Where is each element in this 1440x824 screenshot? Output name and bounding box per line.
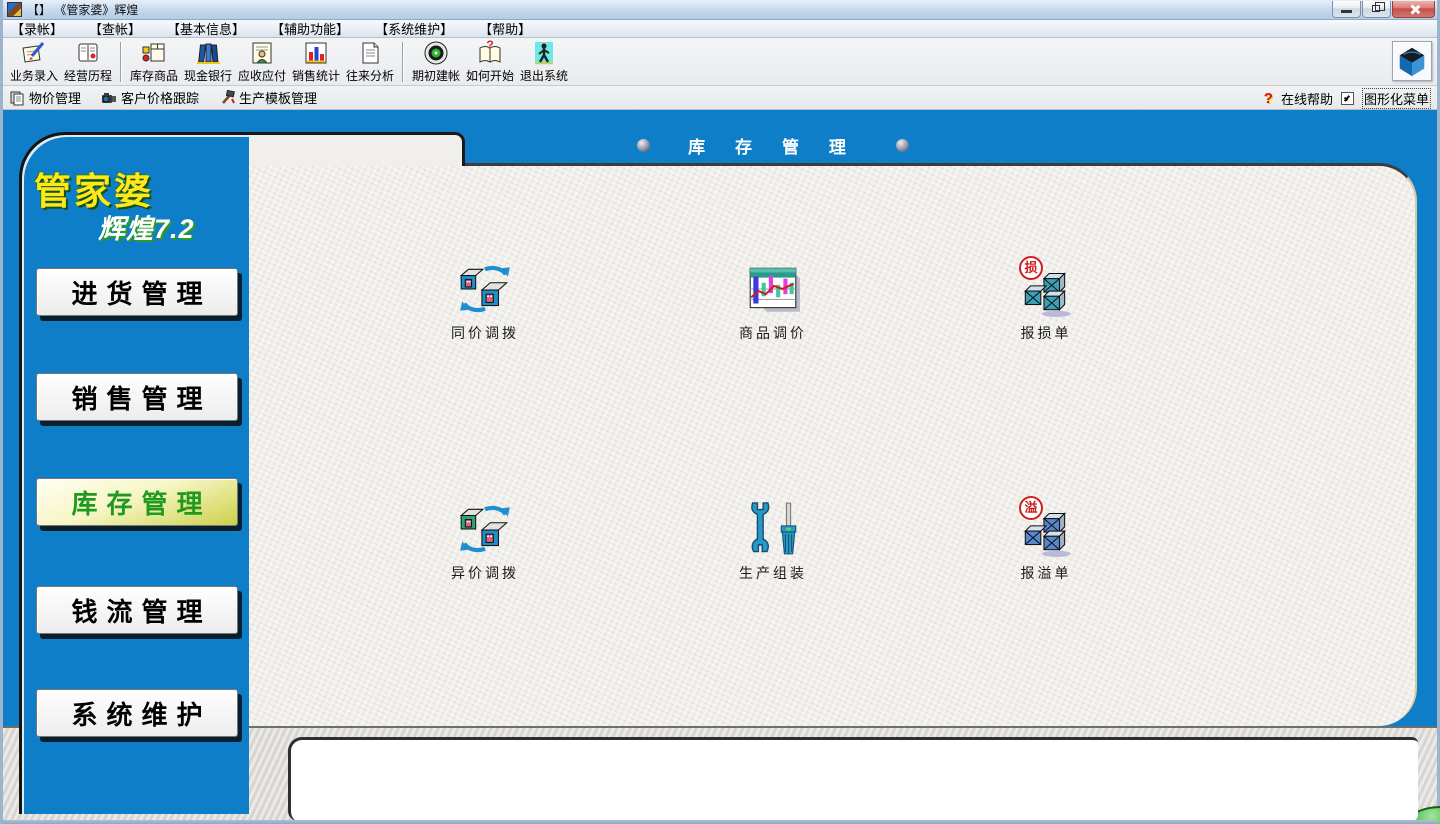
toolbar-business-entry[interactable]: 业务录入: [7, 40, 61, 84]
menu-help[interactable]: 【帮助】: [479, 19, 531, 38]
sidebar-item-cashflow[interactable]: 钱流管理: [36, 586, 238, 634]
how-to-start-icon: ?: [477, 40, 503, 66]
toolbar-exit-system[interactable]: 退出系统: [517, 40, 571, 84]
toolbar-separator: [120, 42, 122, 82]
receivable-payable-icon: [249, 40, 275, 66]
help-icon: ?: [1264, 90, 1273, 107]
app-window: 【】 《管家婆》辉煌 【录帐】 【查帐】 【基本信息】 【辅助功能】 【系统维护…: [0, 0, 1440, 824]
diff-price-transfer-icon: [456, 500, 514, 558]
history-ledger-icon: [75, 40, 101, 66]
app-icon: [7, 2, 22, 17]
cube-logo-button[interactable]: [1392, 41, 1432, 81]
close-button[interactable]: [1392, 1, 1435, 18]
page-title: 库 存 管 理: [688, 133, 858, 158]
svg-text:?: ?: [486, 40, 493, 52]
toolbar-sales-stats[interactable]: 销售统计: [289, 40, 343, 84]
menu-query[interactable]: 【查帐】: [89, 19, 141, 38]
icon-goods-reprice[interactable]: 商品调价: [708, 260, 838, 343]
sidebar: 管家婆 辉煌7.2 进货管理 销售管理 库存管理 钱流管理 系统维护: [19, 132, 249, 814]
minimize-button[interactable]: [1332, 1, 1361, 18]
toolbar-contacts-analysis[interactable]: 往来分析: [343, 40, 397, 84]
menu-system-maintenance[interactable]: 【系统维护】: [375, 19, 453, 38]
toolbar-receivable-payable[interactable]: 应收应付: [235, 40, 289, 84]
toolbar-business-history[interactable]: 经营历程: [61, 40, 115, 84]
production-template-icon: [219, 90, 235, 106]
pen-entry-icon: [21, 40, 47, 66]
content-paper: [243, 163, 1417, 726]
window-title: 【】 《管家婆》辉煌: [27, 1, 138, 18]
sidebar-item-purchase[interactable]: 进货管理: [36, 268, 238, 316]
overflow-badge: 溢: [1019, 496, 1043, 520]
cube-logo-icon: [1395, 44, 1429, 78]
logo-version: 辉煌7.2: [98, 207, 195, 246]
graphical-menu-label[interactable]: 图形化菜单: [1362, 88, 1431, 109]
loss-badge: 损: [1019, 256, 1043, 280]
content-paper-tab: [243, 132, 465, 166]
reports-panel: [288, 737, 1418, 821]
icon-overflow-report[interactable]: 溢 报溢单: [981, 500, 1111, 583]
production-assembly-icon: [744, 500, 802, 558]
toolbar-production-template[interactable]: 生产模板管理: [219, 88, 317, 107]
page-header: 库 存 管 理: [583, 130, 963, 160]
toolbar-cash-bank[interactable]: 现金银行: [181, 40, 235, 84]
icon-loss-report[interactable]: 损 报损单: [981, 260, 1111, 343]
restore-button[interactable]: [1362, 1, 1391, 18]
icon-same-price-transfer[interactable]: 同价调拨: [420, 260, 550, 343]
toolbar-inventory-goods[interactable]: 库存商品: [127, 40, 181, 84]
menu-bar: 【录帐】 【查帐】 【基本信息】 【辅助功能】 【系统维护】 【帮助】: [3, 20, 1437, 38]
exit-system-icon: [531, 40, 557, 66]
menu-basic-info[interactable]: 【基本信息】: [167, 19, 245, 38]
sphere-bullet-icon: [637, 139, 650, 152]
title-bar: 【】 《管家婆》辉煌: [3, 0, 1437, 20]
sphere-bullet-icon: [896, 139, 909, 152]
minimize-icon: [1341, 10, 1352, 13]
goods-reprice-icon: [744, 260, 802, 318]
cash-bank-icon: [195, 40, 221, 66]
toolbar-how-to-start[interactable]: ? 如何开始: [463, 40, 517, 84]
main-toolbar: 业务录入 经营历程 库存商品 现金银行 应收应付 销售统计 往来分析: [3, 38, 1437, 86]
analysis-doc-icon: [357, 40, 383, 66]
window-bottom-border: [3, 820, 1437, 824]
sidebar-item-inventory[interactable]: 库存管理: [36, 478, 238, 526]
initial-setup-icon: [423, 40, 449, 66]
same-price-transfer-icon: [456, 260, 514, 318]
menu-record[interactable]: 【录帐】: [11, 19, 63, 38]
price-docs-icon: [9, 90, 25, 106]
secondary-toolbar: 物价管理 客户价格跟踪 生产模板管理 ? 在线帮助 图形化菜单: [3, 86, 1437, 110]
toolbar-initial-setup[interactable]: 期初建帐: [409, 40, 463, 84]
toolbar-separator: [402, 42, 404, 82]
customer-price-track-icon: [101, 90, 117, 106]
icon-production-assembly[interactable]: 生产组装: [708, 500, 838, 583]
inventory-goods-icon: [141, 40, 167, 66]
menu-aux-functions[interactable]: 【辅助功能】: [271, 19, 349, 38]
toolbar-price-management[interactable]: 物价管理: [9, 88, 81, 107]
sidebar-item-sales[interactable]: 销售管理: [36, 373, 238, 421]
online-help-link[interactable]: 在线帮助: [1281, 89, 1333, 108]
close-icon: [1409, 4, 1420, 15]
icon-diff-price-transfer[interactable]: 异价调拨: [420, 500, 550, 583]
sidebar-item-maintenance[interactable]: 系统维护: [36, 689, 238, 737]
toolbar-customer-price-tracking[interactable]: 客户价格跟踪: [101, 88, 199, 107]
graphical-menu-checkbox[interactable]: [1341, 92, 1354, 105]
sales-stats-icon: [303, 40, 329, 66]
restore-icon: [1372, 5, 1380, 12]
